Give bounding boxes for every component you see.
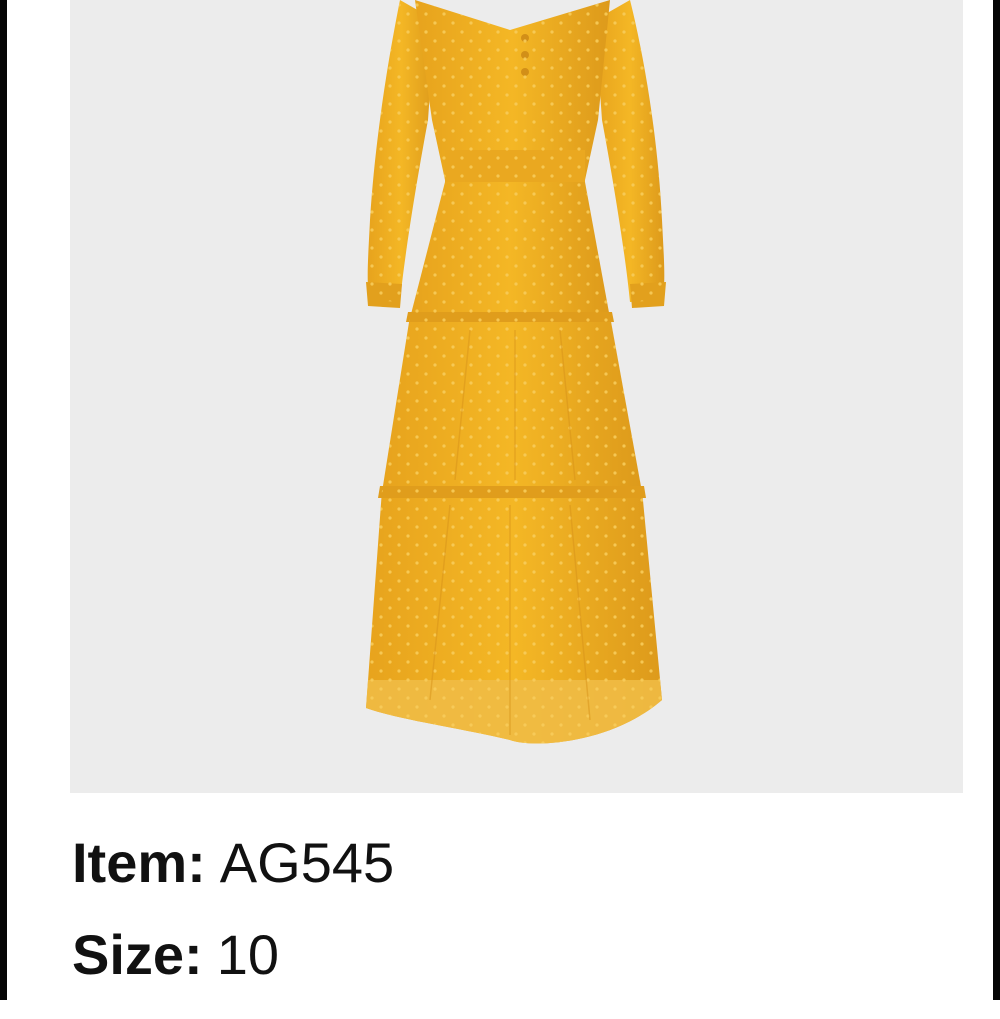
item-label: Item: [72, 831, 206, 894]
dress-image [366, 0, 666, 744]
right-border [993, 0, 1000, 1000]
item-value: AG545 [219, 831, 395, 894]
size-row: Size: 10 [72, 927, 932, 987]
size-value: 10 [216, 923, 279, 986]
product-details: Item: AG545 Size: 10 [72, 835, 932, 1019]
item-row: Item: AG545 [72, 835, 932, 895]
product-photo [70, 0, 963, 793]
size-label: Size: [72, 923, 203, 986]
left-border [0, 0, 7, 1000]
